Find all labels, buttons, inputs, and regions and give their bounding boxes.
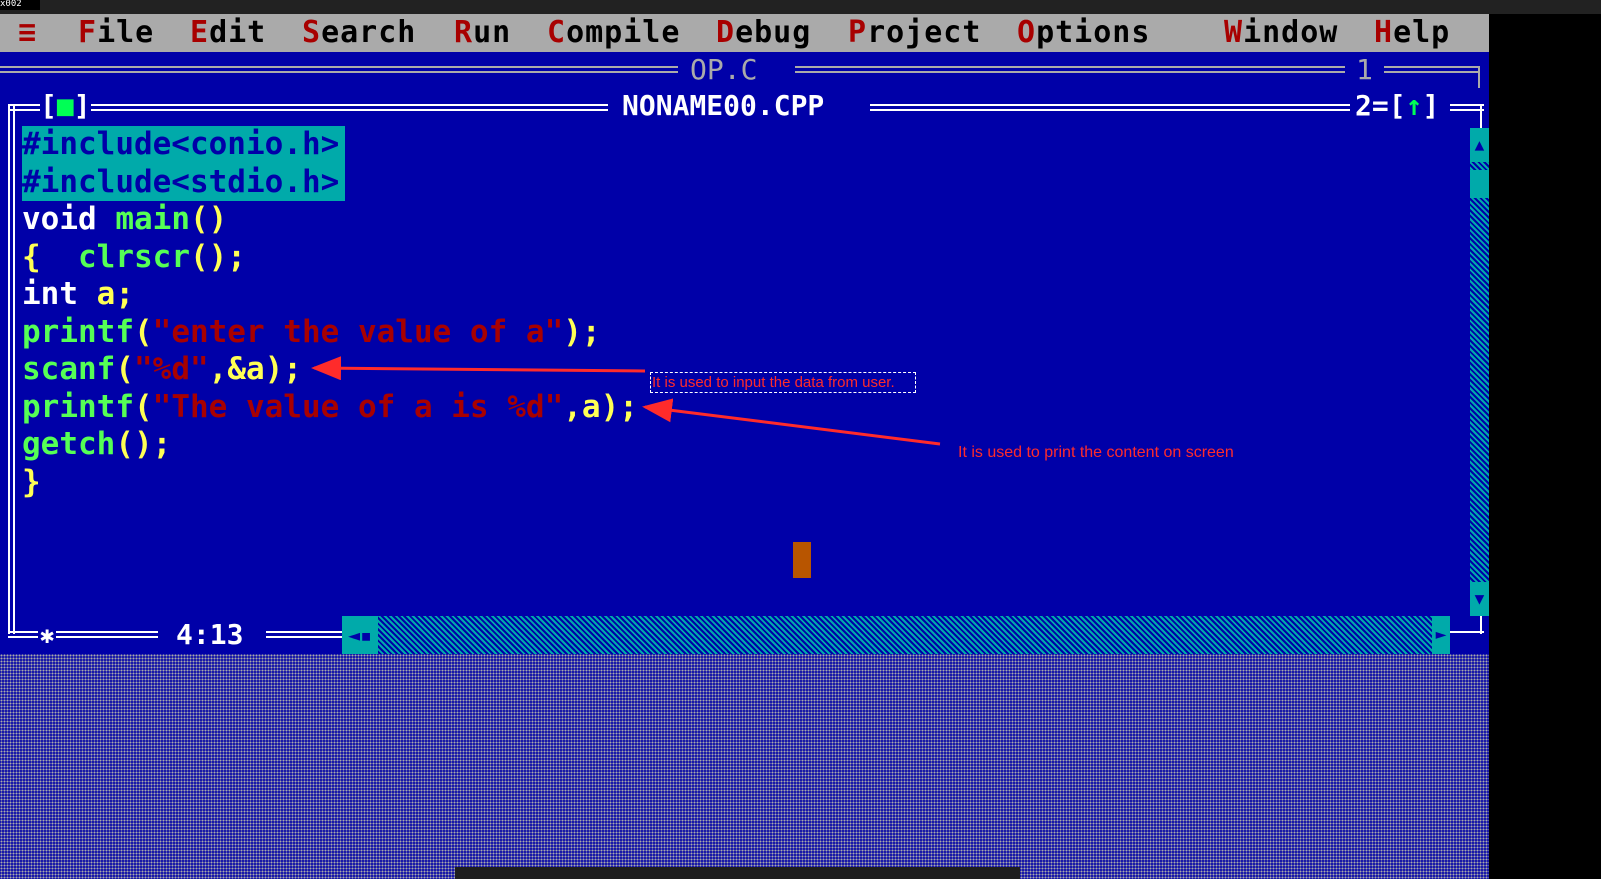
code-line-9: getch(); xyxy=(22,426,172,462)
menu-compile[interactable]: Compile xyxy=(547,14,680,52)
close-icon: ■ xyxy=(56,89,74,122)
cursor-position: 4:13 xyxy=(172,616,248,654)
horizontal-scrollbar[interactable] xyxy=(342,616,1450,654)
bg-frame-corner xyxy=(1478,66,1480,88)
bg-frame-right xyxy=(1384,66,1480,73)
scroll-up-arrow-icon[interactable]: ▲ xyxy=(1470,128,1489,162)
corner-label: x002 xyxy=(0,0,40,10)
close-window-button[interactable]: [■] xyxy=(40,88,91,124)
scroll-left-arrow-icon[interactable]: ◄▪ xyxy=(342,616,378,654)
selected-text: #include<stdio.h> xyxy=(22,163,346,201)
scroll-right-arrow-icon[interactable]: ► xyxy=(1432,616,1450,654)
text-cursor xyxy=(793,542,811,578)
desktop-background xyxy=(0,654,1489,879)
selected-text: #include<conio.h> xyxy=(22,126,346,164)
turbo-c-screen: ≡ File Edit Search Run Compile Debug Pro… xyxy=(0,14,1489,879)
menu-file[interactable]: File xyxy=(78,14,154,52)
editor-window-title: NONAME00.CPP xyxy=(622,89,825,122)
editor-frame-top-corner xyxy=(1450,104,1484,111)
menu-window[interactable]: Window xyxy=(1224,14,1338,52)
background-window-title[interactable]: OP.C xyxy=(690,52,757,88)
code-line-3: void main() xyxy=(22,201,228,237)
menu-run[interactable]: Run xyxy=(454,14,511,52)
code-line-2: #include<stdio.h> xyxy=(22,163,638,201)
window-top-strip xyxy=(0,0,1601,14)
scroll-down-arrow-icon[interactable]: ▼ xyxy=(1470,582,1489,616)
code-line-8: printf("The value of a is %d",a); xyxy=(22,388,638,425)
background-window[interactable]: OP.C 1 xyxy=(0,52,1489,88)
bg-frame-left xyxy=(0,66,678,73)
zoom-arrow-icon: ↑ xyxy=(1405,89,1423,122)
editor-frame-bottom-left xyxy=(8,631,158,638)
scanf-annotation: It is used to input the data from user. xyxy=(650,372,916,393)
editor-frame-bottom-mid xyxy=(266,631,342,638)
vertical-scrollbar[interactable] xyxy=(1470,128,1489,616)
side-panel xyxy=(1489,14,1601,879)
editor-frame-bottom-right xyxy=(1450,631,1484,634)
code-line-4: { clrscr(); xyxy=(22,238,246,275)
code-editor[interactable]: #include<conio.h> #include<stdio.h> void… xyxy=(22,126,638,501)
modified-marker: ✱ xyxy=(38,616,57,654)
editor-frame-left xyxy=(8,104,15,634)
code-line-5: int a; xyxy=(22,276,134,312)
taskbar-strip xyxy=(455,867,1020,879)
menu-project[interactable]: Project xyxy=(848,14,981,52)
zoom-button[interactable]: =[↑] xyxy=(1372,89,1439,122)
menu-options[interactable]: Options xyxy=(1017,14,1150,52)
vertical-scroll-thumb[interactable] xyxy=(1470,170,1489,198)
system-menu-icon[interactable]: ≡ xyxy=(18,14,37,52)
menu-help[interactable]: Help xyxy=(1374,14,1450,52)
editor-frame-top-left xyxy=(8,104,608,111)
bg-frame-mid xyxy=(795,66,1345,73)
code-line-10: } xyxy=(22,463,41,500)
code-line-7: scanf("%d",&a); xyxy=(22,351,302,387)
code-line-6: printf("enter the value of a"); xyxy=(22,313,601,350)
menu-debug[interactable]: Debug xyxy=(716,14,811,52)
printf-annotation: It is used to print the content on scree… xyxy=(958,444,1234,461)
menu-edit[interactable]: Edit xyxy=(190,14,266,52)
menu-bar: ≡ File Edit Search Run Compile Debug Pro… xyxy=(0,14,1489,52)
menu-search[interactable]: Search xyxy=(302,14,416,52)
window-controls: 2=[↑] xyxy=(1355,88,1440,124)
window-number: 2 xyxy=(1355,89,1372,122)
background-window-number: 1 xyxy=(1356,53,1373,86)
editor-frame-top-right xyxy=(870,104,1350,111)
printf-arrow xyxy=(642,398,941,446)
code-line-1: #include<conio.h> xyxy=(22,126,638,164)
